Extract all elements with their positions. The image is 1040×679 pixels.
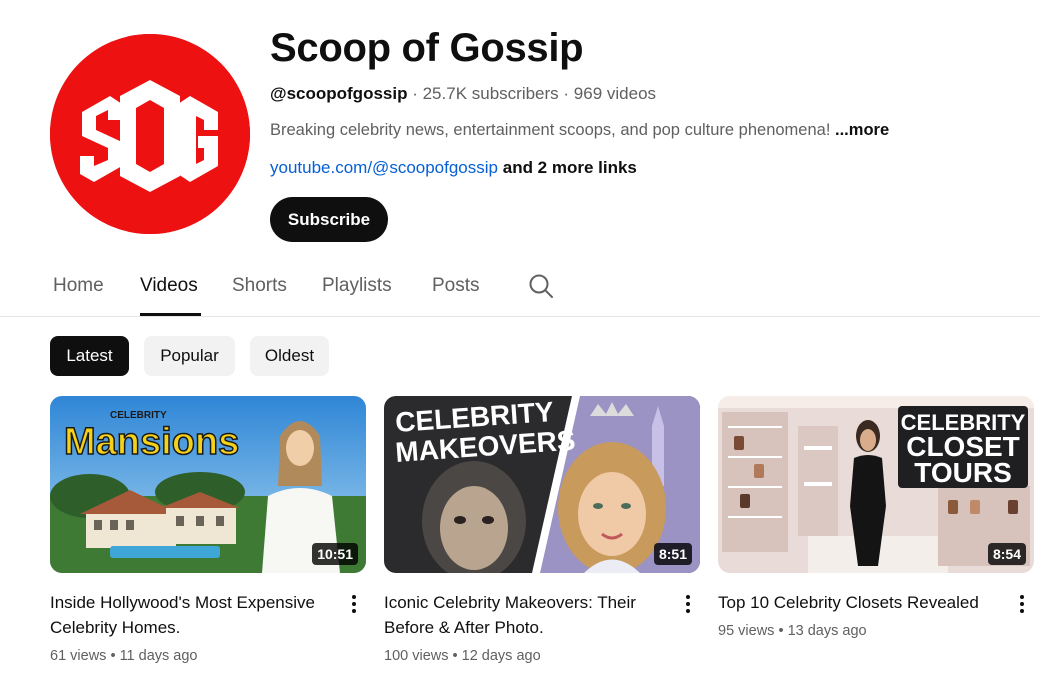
video-duration: 8:54 bbox=[987, 543, 1026, 565]
video-card[interactable]: CELEBRITY CLOSET TOURS 8:54 Top 10 Celeb… bbox=[718, 396, 1034, 641]
avatar-logo-text: SOG bbox=[149, 229, 151, 231]
makeovers-thumbnail-art: CELEBRITY MAKEOVERS bbox=[384, 396, 700, 573]
video-thumbnail[interactable]: CELEBRITY Mansions 10:51 bbox=[50, 396, 366, 573]
tab-videos[interactable]: Videos bbox=[140, 274, 198, 298]
meta-separator: • bbox=[110, 648, 120, 664]
more-vert-icon[interactable] bbox=[346, 592, 362, 616]
closets-thumbnail-art: CELEBRITY CLOSET TOURS bbox=[718, 396, 1034, 573]
video-title[interactable]: Iconic Celebrity Makeovers: Their Before… bbox=[384, 590, 666, 640]
video-meta: 95 views • 13 days ago bbox=[718, 621, 1034, 641]
tab-posts[interactable]: Posts bbox=[432, 274, 480, 298]
video-duration: 8:51 bbox=[653, 543, 692, 565]
thumb-mansions-label: Mansions bbox=[64, 421, 239, 463]
thumb-small-label: CELEBRITY bbox=[110, 410, 167, 421]
subscribe-button[interactable]: Subscribe bbox=[270, 197, 388, 242]
description-text: Breaking celebrity news, entertainment s… bbox=[270, 121, 831, 139]
video-meta: 100 views • 12 days ago bbox=[384, 646, 700, 666]
video-title[interactable]: Top 10 Celebrity Closets Revealed bbox=[718, 590, 1000, 615]
channel-title: Scoop of Gossip bbox=[270, 26, 584, 70]
subscriber-count: · 25.7K subscribers bbox=[412, 84, 559, 103]
search-icon[interactable] bbox=[528, 273, 554, 299]
tab-home[interactable]: Home bbox=[53, 274, 104, 298]
video-thumbnail[interactable]: CELEBRITY MAKEOVERS 8:51 bbox=[384, 396, 700, 573]
active-tab-indicator bbox=[140, 313, 201, 316]
channel-info: Scoop of Gossip @scoopofgossip · 25.7K s… bbox=[270, 24, 1010, 180]
view-count: 100 views bbox=[384, 648, 449, 664]
description-more-link[interactable]: ...more bbox=[835, 121, 889, 139]
video-card[interactable]: CELEBRITY MAKEOVERS 8:51 Iconic Celebrit… bbox=[384, 396, 700, 666]
chip-latest[interactable]: Latest bbox=[50, 336, 129, 376]
tab-shorts[interactable]: Shorts bbox=[232, 274, 287, 298]
more-links-button[interactable]: and 2 more links bbox=[503, 158, 637, 177]
meta-separator: • bbox=[778, 623, 788, 639]
video-meta: 61 views • 11 days ago bbox=[50, 646, 366, 666]
video-card[interactable]: CELEBRITY Mansions 10:51 Inside Hollywoo… bbox=[50, 396, 366, 666]
upload-age: 12 days ago bbox=[461, 648, 541, 664]
video-thumbnail[interactable]: CELEBRITY CLOSET TOURS 8:54 bbox=[718, 396, 1034, 573]
video-title[interactable]: Inside Hollywood's Most Expensive Celebr… bbox=[50, 590, 332, 640]
more-vert-icon[interactable] bbox=[680, 592, 696, 616]
chip-oldest[interactable]: Oldest bbox=[250, 336, 329, 376]
channel-meta: @scoopofgossip · 25.7K subscribers · 969… bbox=[270, 82, 1010, 106]
meta-separator: • bbox=[452, 648, 462, 664]
view-count: 95 views bbox=[718, 623, 775, 639]
channel-link[interactable]: youtube.com/@scoopofgossip bbox=[270, 158, 498, 177]
tab-playlists[interactable]: Playlists bbox=[322, 274, 392, 298]
more-vert-icon[interactable] bbox=[1014, 592, 1030, 616]
channel-avatar[interactable]: SOG bbox=[50, 34, 250, 234]
video-count: · 969 videos bbox=[563, 84, 657, 103]
upload-age: 13 days ago bbox=[787, 623, 867, 639]
channel-description[interactable]: Breaking celebrity news, entertainment s… bbox=[270, 118, 1010, 142]
channel-links: youtube.com/@scoopofgossip and 2 more li… bbox=[270, 156, 1010, 180]
channel-tabs: Home Videos Shorts Playlists Posts bbox=[0, 262, 1040, 317]
upload-age: 11 days ago bbox=[119, 648, 198, 664]
video-duration: 10:51 bbox=[312, 543, 358, 565]
chip-popular[interactable]: Popular bbox=[144, 336, 235, 376]
channel-handle: @scoopofgossip bbox=[270, 84, 408, 103]
sog-logo: SOG bbox=[50, 34, 250, 234]
view-count: 61 views bbox=[50, 648, 107, 664]
thumb-label-line3: TOURS bbox=[914, 457, 1012, 488]
